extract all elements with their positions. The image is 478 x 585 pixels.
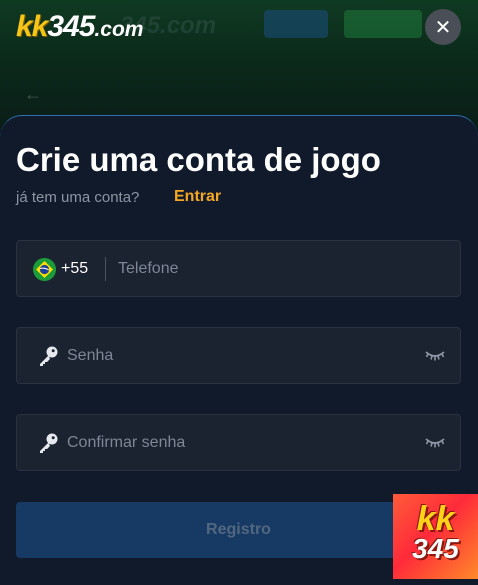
logo-kk: kk xyxy=(16,10,48,43)
key-icon xyxy=(40,433,58,453)
site-logo: kk 345 .com xyxy=(16,10,143,46)
badge-kk: kk xyxy=(416,500,455,538)
close-button[interactable]: ✕ xyxy=(425,9,461,45)
brazil-flag-icon[interactable] xyxy=(33,258,56,281)
confirm-password-input[interactable] xyxy=(67,415,412,470)
phone-input[interactable] xyxy=(118,241,448,296)
modal-title: Crie uma conta de jogo xyxy=(16,141,381,178)
close-icon: ✕ xyxy=(434,16,452,39)
eye-closed-icon[interactable] xyxy=(425,348,445,362)
back-arrow-icon: ← xyxy=(24,84,42,104)
password-input[interactable] xyxy=(67,328,412,383)
password-field xyxy=(16,327,461,384)
confirm-password-field xyxy=(16,414,461,471)
have-account-text: já tem uma conta? xyxy=(16,189,140,206)
login-link[interactable]: Entrar xyxy=(174,188,221,206)
badge-345: 345 xyxy=(412,533,459,564)
country-code[interactable]: +55 xyxy=(61,260,88,278)
key-icon xyxy=(40,346,58,366)
logo-number: 345 xyxy=(47,10,95,43)
background-register-button xyxy=(344,10,422,38)
phone-field: +55 xyxy=(16,240,461,297)
logo-domain: .com xyxy=(94,18,144,41)
field-divider xyxy=(105,257,106,281)
background-login-button xyxy=(264,10,328,38)
eye-closed-icon[interactable] xyxy=(425,435,445,449)
kk345-app-badge[interactable]: kk 345 xyxy=(393,494,478,579)
